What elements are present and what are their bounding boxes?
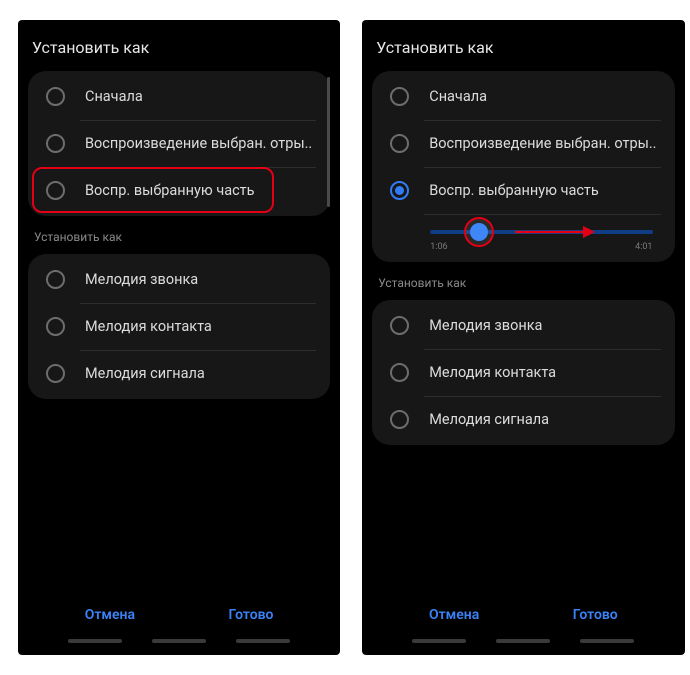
radio-option-contact[interactable]: Мелодия контакта [372, 349, 674, 396]
page-title: Установить как [28, 38, 330, 71]
radio-option-first[interactable]: Сначала [372, 73, 674, 120]
radio-option-selected-excerpt[interactable]: Воспроизведение выбран. отры.. [28, 120, 330, 167]
playback-options-card: Сначала Воспроизведение выбран. отры.. В… [28, 71, 330, 216]
option-label: Мелодия контакта [85, 318, 212, 335]
option-label: Воспроизведение выбран. отры.. [429, 135, 656, 152]
radio-icon-checked [390, 181, 409, 200]
option-label: Сначала [429, 88, 487, 105]
radio-icon [46, 181, 65, 200]
nav-pill [68, 639, 122, 643]
radio-icon [390, 134, 409, 153]
cancel-button[interactable]: Отмена [409, 601, 499, 629]
option-label: Мелодия контакта [429, 364, 556, 381]
option-label: Мелодия звонка [85, 271, 198, 288]
radio-icon [390, 363, 409, 382]
done-button[interactable]: Готово [553, 601, 638, 629]
radio-option-contact[interactable]: Мелодия контакта [28, 303, 330, 350]
nav-pill [496, 639, 550, 643]
nav-pill [580, 639, 634, 643]
nav-pill [236, 639, 290, 643]
radio-option-ringtone[interactable]: Мелодия звонка [28, 256, 330, 303]
setas-options-card: Мелодия звонка Мелодия контакта Мелодия … [372, 300, 674, 445]
section-subheader: Установить как [372, 272, 674, 300]
screenshot-right: Установить как Сначала Воспроизведение в… [362, 20, 684, 655]
nav-indicator [372, 635, 674, 643]
radio-option-first[interactable]: Сначала [28, 73, 330, 120]
radio-option-ringtone[interactable]: Мелодия звонка [372, 302, 674, 349]
radio-option-selected-part[interactable]: Воспр. выбранную часть [28, 167, 330, 214]
radio-icon [46, 87, 65, 106]
radio-option-alarm[interactable]: Мелодия сигнала [28, 350, 330, 397]
option-label: Воспроизведение выбран. отры.. [85, 135, 312, 152]
radio-icon [390, 316, 409, 335]
screenshot-left: Установить как Сначала Воспроизведение в… [18, 20, 340, 655]
radio-option-alarm[interactable]: Мелодия сигнала [372, 396, 674, 443]
arrow-right-icon [515, 222, 595, 242]
radio-icon [390, 87, 409, 106]
option-label: Воспр. выбранную часть [85, 182, 255, 199]
option-label: Мелодия звонка [429, 317, 542, 334]
option-label: Мелодия сигнала [85, 365, 205, 382]
section-subheader: Установить как [28, 226, 330, 254]
slider-time-end: 4:01 [635, 242, 652, 252]
cancel-button[interactable]: Отмена [65, 601, 155, 629]
radio-icon [46, 317, 65, 336]
radio-icon [46, 134, 65, 153]
radio-option-selected-part[interactable]: Воспр. выбранную часть [372, 167, 674, 214]
slider-times: 1:06 4:01 [430, 242, 652, 252]
option-label: Сначала [85, 88, 143, 105]
nav-pill [152, 639, 206, 643]
radio-option-selected-excerpt[interactable]: Воспроизведение выбран. отры.. [372, 120, 674, 167]
page-title: Установить как [372, 38, 674, 71]
slider-thumb[interactable] [470, 223, 488, 241]
option-label: Воспр. выбранную часть [429, 182, 599, 199]
nav-pill [412, 639, 466, 643]
playback-slider[interactable] [430, 230, 652, 234]
footer-actions: Отмена Готово [372, 601, 674, 635]
playback-options-card: Сначала Воспроизведение выбран. отры.. В… [372, 71, 674, 262]
radio-icon [390, 410, 409, 429]
setas-options-card: Мелодия звонка Мелодия контакта Мелодия … [28, 254, 330, 399]
done-button[interactable]: Готово [209, 601, 294, 629]
footer-actions: Отмена Готово [28, 601, 330, 635]
playback-slider-wrap: 1:06 4:01 [372, 214, 674, 260]
nav-indicator [28, 635, 330, 643]
slider-time-start: 1:06 [430, 242, 447, 252]
option-label: Мелодия сигнала [429, 411, 549, 428]
radio-icon [46, 364, 65, 383]
radio-icon [46, 270, 65, 289]
